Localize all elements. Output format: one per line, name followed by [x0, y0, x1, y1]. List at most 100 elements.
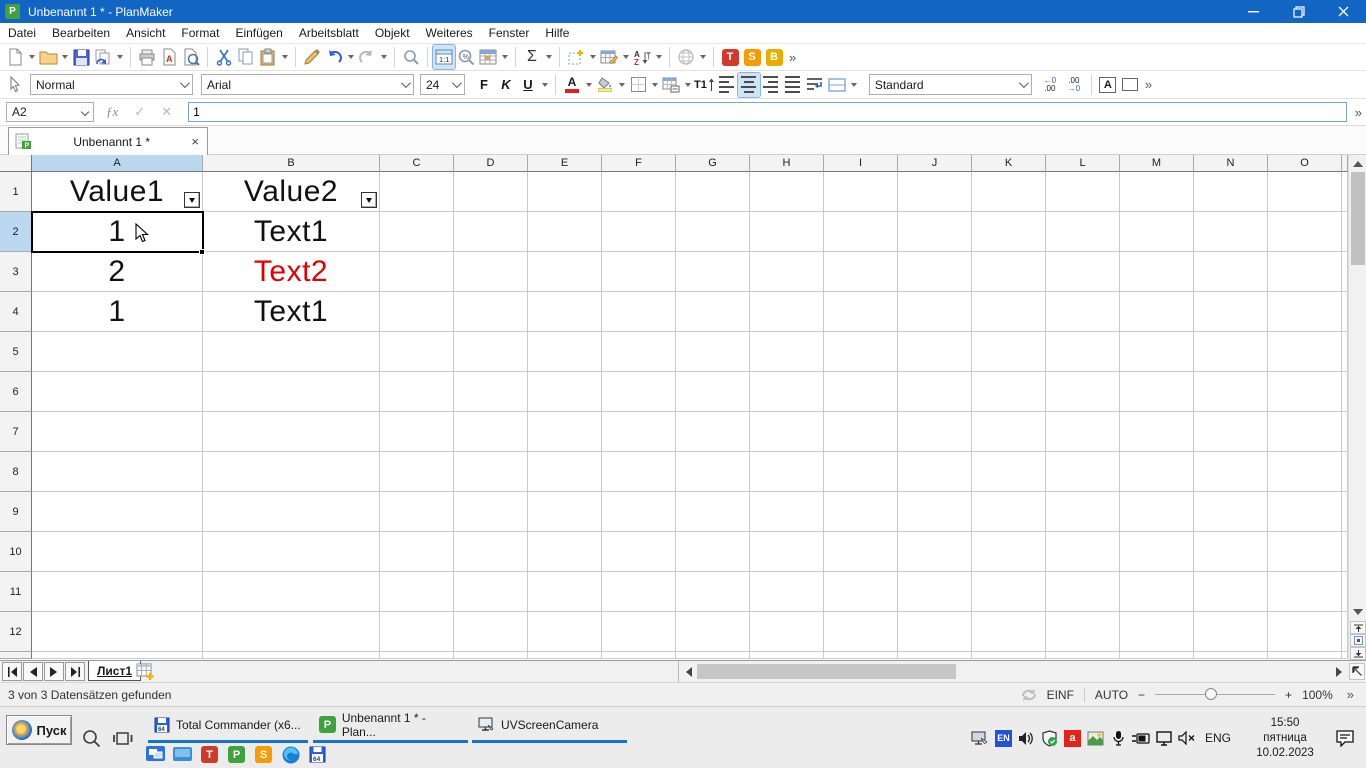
redo-button[interactable] [356, 45, 378, 69]
menu-weiteres[interactable]: Weiteres [418, 23, 481, 44]
undo-dropdown-icon[interactable] [348, 55, 354, 59]
cell-B7[interactable] [203, 412, 380, 452]
number-format-combobox[interactable]: Standard [869, 74, 1032, 95]
taskbar-button-total-commander[interactable]: 64 Total Commander (x6... [148, 709, 308, 743]
cell-K2[interactable] [972, 212, 1046, 252]
cell-K3[interactable] [972, 252, 1046, 292]
cell-N4[interactable] [1194, 292, 1268, 332]
cell-L5[interactable] [1046, 332, 1120, 372]
cell-A3[interactable]: 2 [32, 252, 203, 292]
insert-frame-button[interactable] [565, 45, 587, 69]
cell-K11[interactable] [972, 572, 1046, 612]
cell-J1[interactable] [898, 172, 972, 212]
column-header-D[interactable]: D [454, 155, 528, 172]
document-tab[interactable]: P Unbenannt 1 * × [8, 127, 208, 155]
column-header-A[interactable]: A [32, 155, 203, 172]
cell-D7[interactable] [454, 412, 528, 452]
cell-I9[interactable] [824, 492, 898, 532]
cell-D5[interactable] [454, 332, 528, 372]
cell-F7[interactable] [602, 412, 676, 452]
cell-format-button[interactable] [660, 73, 682, 97]
column-header-O[interactable]: O [1268, 155, 1342, 172]
split-bottom-button[interactable] [1350, 647, 1366, 660]
cancel-entry-button[interactable]: ✕ [161, 104, 172, 120]
cell-C6[interactable] [380, 372, 454, 412]
vertical-scrollbar[interactable] [1348, 155, 1366, 660]
cell-O1[interactable] [1268, 172, 1342, 212]
cell-A10[interactable] [32, 532, 203, 572]
cell-H11[interactable] [750, 572, 824, 612]
confirm-entry-button[interactable]: ✓ [134, 104, 145, 120]
textmaker-button[interactable]: T [719, 45, 741, 69]
object-frame-button[interactable] [1119, 73, 1141, 97]
cell-I6[interactable] [824, 372, 898, 412]
column-header-B[interactable]: B [203, 155, 380, 172]
cell-K10[interactable] [972, 532, 1046, 572]
scroll-down-button[interactable] [1349, 603, 1366, 620]
cell-O12[interactable] [1268, 612, 1342, 652]
row-header-6[interactable]: 6 [0, 372, 32, 412]
cell-B6[interactable] [203, 372, 380, 412]
taskbar-button-planmaker[interactable]: P Unbenannt 1 * - Plan... [313, 709, 468, 743]
cell-G12[interactable] [676, 612, 750, 652]
menu-ansicht[interactable]: Ansicht [118, 23, 173, 44]
cell-A5[interactable] [32, 332, 203, 372]
cell-O9[interactable] [1268, 492, 1342, 532]
menu-format[interactable]: Format [173, 23, 227, 44]
add-decimal-button[interactable]: ←0.00 [1038, 73, 1062, 97]
cell-A7[interactable] [32, 412, 203, 452]
cell-I3[interactable] [824, 252, 898, 292]
cell-A4[interactable]: 1 [32, 292, 203, 332]
cell-F12[interactable] [602, 612, 676, 652]
cell-O11[interactable] [1268, 572, 1342, 612]
export-pdf-button[interactable]: A [158, 45, 180, 69]
last-sheet-button[interactable] [65, 662, 85, 681]
cell-N9[interactable] [1194, 492, 1268, 532]
cell-O10[interactable] [1268, 532, 1342, 572]
cell-M12[interactable] [1120, 612, 1194, 652]
column-header-F[interactable]: F [602, 155, 676, 172]
cell-D1[interactable] [454, 172, 528, 212]
volume-icon[interactable] [1015, 727, 1038, 749]
column-header-J[interactable]: J [898, 155, 972, 172]
cell-F3[interactable] [602, 252, 676, 292]
cell-E8[interactable] [528, 452, 602, 492]
view-mode-dropdown-icon[interactable] [502, 55, 508, 59]
cell-format-dropdown-icon[interactable] [685, 83, 691, 87]
font-color-dropdown-icon[interactable] [586, 83, 592, 87]
menu-hilfe[interactable]: Hilfe [537, 23, 577, 44]
cell-B4[interactable]: Text1 [203, 292, 380, 332]
taskbar-search-button[interactable] [80, 727, 102, 749]
row-header-2[interactable]: 2 [0, 212, 32, 252]
cell-J6[interactable] [898, 372, 972, 412]
cell-B10[interactable] [203, 532, 380, 572]
cell-N3[interactable] [1194, 252, 1268, 292]
menu-einfuegen[interactable]: Einfügen [227, 23, 290, 44]
cell-K8[interactable] [972, 452, 1046, 492]
save-button[interactable] [70, 45, 92, 69]
cell-L13[interactable] [1046, 652, 1120, 659]
cell-I4[interactable] [824, 292, 898, 332]
cell-E3[interactable] [528, 252, 602, 292]
graphics-tool-icon[interactable] [1084, 727, 1107, 749]
row-header-4[interactable]: 4 [0, 292, 32, 332]
open-dropdown-icon[interactable] [62, 55, 68, 59]
cell-N11[interactable] [1194, 572, 1268, 612]
cell-M11[interactable] [1120, 572, 1194, 612]
cell-C11[interactable] [380, 572, 454, 612]
column-header-H[interactable]: H [750, 155, 824, 172]
cell-M2[interactable] [1120, 212, 1194, 252]
column-header-G[interactable]: G [676, 155, 750, 172]
status-overflow-chevron[interactable]: » [1343, 687, 1358, 702]
fill-color-dropdown-icon[interactable] [619, 83, 625, 87]
cell-I13[interactable] [824, 652, 898, 659]
cell-B3[interactable]: Text2 [203, 252, 380, 292]
align-center-button[interactable] [738, 73, 760, 97]
cell-K6[interactable] [972, 372, 1046, 412]
cell-D6[interactable] [454, 372, 528, 412]
cell-G2[interactable] [676, 212, 750, 252]
amd-radeon-icon[interactable]: a [1061, 727, 1084, 749]
quicklaunch-edge[interactable] [280, 744, 301, 765]
zoom-button[interactable]: % [455, 45, 477, 69]
mail-merge-dropdown-icon[interactable] [700, 55, 706, 59]
